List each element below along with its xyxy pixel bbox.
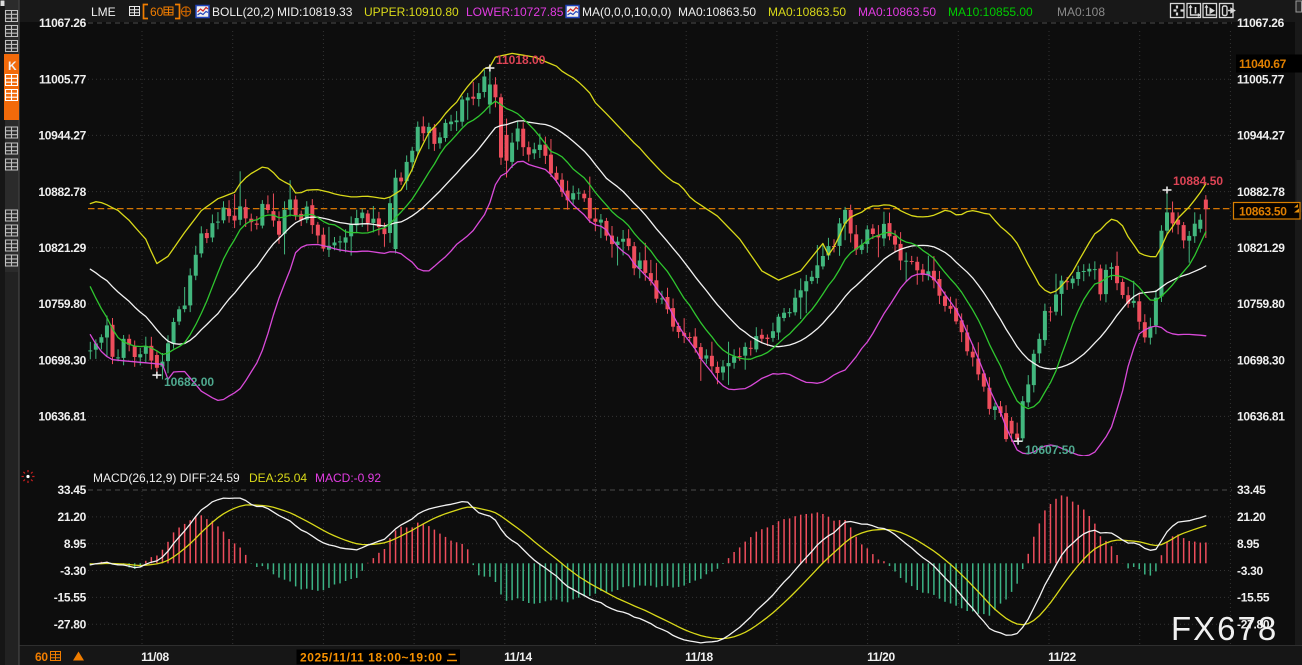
svg-text:LME: LME	[91, 5, 116, 19]
svg-text:LOWER:10727.85: LOWER:10727.85	[466, 5, 564, 19]
svg-text:10884.50: 10884.50	[1173, 174, 1223, 188]
svg-text:-3.30: -3.30	[60, 564, 86, 578]
svg-text:10759.80: 10759.80	[38, 297, 86, 311]
svg-text:MA10:10855.00: MA10:10855.00	[948, 5, 1033, 19]
svg-text:11018.00: 11018.00	[496, 53, 546, 67]
svg-text:11040.67: 11040.67	[1239, 57, 1287, 71]
svg-text:MA0:10863.50: MA0:10863.50	[678, 5, 756, 19]
svg-text:10944.27: 10944.27	[1237, 129, 1285, 143]
svg-text:MACD(26,12,9) DIFF:24.59: MACD(26,12,9) DIFF:24.59	[93, 471, 240, 485]
svg-text:MA0:10863.50: MA0:10863.50	[768, 5, 846, 19]
svg-text:K: K	[8, 59, 17, 73]
svg-text:10698.30: 10698.30	[38, 353, 86, 367]
svg-text:11/14: 11/14	[504, 650, 532, 664]
svg-text:UPPER:10910.80: UPPER:10910.80	[364, 5, 459, 19]
svg-text:33.45: 33.45	[1237, 483, 1266, 497]
svg-text:-15.55: -15.55	[54, 591, 87, 605]
svg-text:10682.00: 10682.00	[164, 375, 214, 389]
svg-text:11005.77: 11005.77	[1237, 72, 1285, 86]
svg-text:11005.77: 11005.77	[39, 72, 87, 86]
svg-text:10882.78: 10882.78	[38, 185, 86, 199]
svg-text:10607.50: 10607.50	[1025, 443, 1075, 457]
svg-text:11/08: 11/08	[141, 650, 169, 664]
svg-text:10863.50: 10863.50	[1239, 205, 1287, 219]
svg-text:2025/11/11 18:00~19:00: 2025/11/11 18:00~19:00	[300, 651, 443, 665]
svg-text:MA(0,0,0,10,0,0): MA(0,0,0,10,0,0)	[582, 5, 671, 19]
svg-text:BOLL(20,2): BOLL(20,2)	[212, 5, 274, 19]
svg-text:11067.26: 11067.26	[39, 16, 87, 30]
svg-text:MACD:-0.92: MACD:-0.92	[315, 471, 381, 485]
svg-text:10944.27: 10944.27	[38, 129, 86, 143]
svg-text:10759.80: 10759.80	[1237, 297, 1285, 311]
svg-text:MID:10819.33: MID:10819.33	[277, 5, 353, 19]
svg-text:11/22: 11/22	[1048, 650, 1076, 664]
svg-text:10636.81: 10636.81	[1237, 410, 1285, 424]
svg-text:60: 60	[150, 5, 164, 19]
svg-text:60: 60	[35, 650, 48, 664]
svg-text:MA0:108: MA0:108	[1057, 5, 1105, 19]
svg-text:11/20: 11/20	[867, 650, 895, 664]
svg-text:21.20: 21.20	[1237, 510, 1266, 524]
svg-text:8.95: 8.95	[64, 537, 87, 551]
svg-text:-15.55: -15.55	[1237, 591, 1270, 605]
svg-text:21.20: 21.20	[57, 510, 86, 524]
svg-text:-27.80: -27.80	[54, 618, 87, 632]
svg-text:10636.81: 10636.81	[38, 410, 86, 424]
svg-text:-3.30: -3.30	[1237, 564, 1263, 578]
svg-text:MA0:10863.50: MA0:10863.50	[858, 5, 936, 19]
svg-text:8.95: 8.95	[1237, 537, 1260, 551]
svg-text:11067.26: 11067.26	[1237, 16, 1285, 30]
svg-text:33.45: 33.45	[57, 483, 86, 497]
svg-text:FX678: FX678	[1171, 610, 1278, 647]
svg-text:10698.30: 10698.30	[1237, 353, 1285, 367]
svg-text:11/18: 11/18	[685, 650, 713, 664]
svg-text:10882.78: 10882.78	[1237, 185, 1285, 199]
svg-text:DEA:25.04: DEA:25.04	[249, 471, 307, 485]
svg-text:10821.29: 10821.29	[1237, 241, 1285, 255]
svg-text:10821.29: 10821.29	[38, 241, 86, 255]
